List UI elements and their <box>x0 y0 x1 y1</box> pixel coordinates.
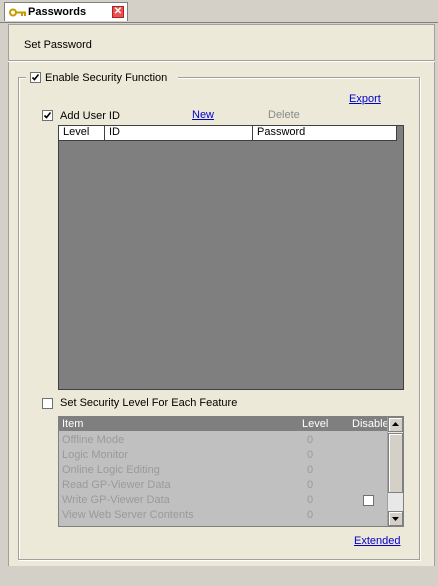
table-row[interactable]: Logic Monitor 0 <box>59 448 387 463</box>
arrow-down-icon <box>392 517 399 521</box>
column-header-level[interactable]: Level <box>302 418 328 430</box>
feature-item: Online Logic Editing <box>62 464 160 476</box>
table-row[interactable]: Write GP-Viewer Data 0 <box>59 493 387 508</box>
add-user-id-checkbox[interactable] <box>42 110 53 121</box>
enable-security-label: Enable Security Function <box>45 72 168 84</box>
key-icon <box>9 8 26 17</box>
page-title: Set Password <box>24 39 92 51</box>
arrow-up-icon <box>392 422 399 426</box>
feature-level: 0 <box>307 449 314 461</box>
tab-passwords[interactable]: Passwords ✕ <box>4 2 128 21</box>
close-icon[interactable]: ✕ <box>112 6 124 18</box>
disable-checkbox[interactable] <box>363 495 374 506</box>
feature-item: Offline Mode <box>62 434 125 446</box>
export-link[interactable]: Export <box>349 93 381 105</box>
feature-item: Read GP-Viewer Data <box>62 479 171 491</box>
checkmark-icon <box>31 74 40 81</box>
delete-user-link[interactable]: Delete <box>268 109 300 121</box>
tab-label: Passwords <box>28 6 87 18</box>
scroll-up-button[interactable] <box>388 417 403 432</box>
feature-item: Logic Monitor <box>62 449 129 461</box>
scroll-thumb[interactable] <box>388 433 403 493</box>
feature-level: 0 <box>307 479 314 491</box>
feature-item: View Web Server Contents <box>62 509 194 521</box>
scroll-down-button[interactable] <box>388 511 403 526</box>
new-user-link[interactable]: New <box>192 109 214 121</box>
table-row[interactable]: Online Logic Editing 0 <box>59 463 387 478</box>
enable-security-checkbox[interactable] <box>30 72 41 83</box>
document-tab-bar: Passwords ✕ <box>0 0 438 23</box>
column-header-item[interactable]: Item <box>62 418 83 430</box>
feature-item: Write GP-Viewer Data <box>62 494 170 506</box>
feature-level-table[interactable]: Item Level Disable Offline Mode 0 Logic … <box>58 416 404 527</box>
vertical-scrollbar[interactable] <box>387 417 403 526</box>
column-header-disable[interactable]: Disable <box>352 418 389 430</box>
feature-security-checkbox[interactable] <box>42 398 53 409</box>
feature-level: 0 <box>307 464 314 476</box>
table-header: Item Level Disable <box>59 417 389 431</box>
feature-security-label: Set Security Level For Each Feature <box>60 397 238 409</box>
divider <box>8 60 435 62</box>
table-row[interactable]: Offline Mode 0 <box>59 433 387 448</box>
table-row[interactable]: View Web Server Contents 0 <box>59 508 387 523</box>
column-header-password[interactable]: Password <box>253 126 397 140</box>
table-header: Level ID Password <box>59 126 397 141</box>
feature-level: 0 <box>307 434 314 446</box>
user-id-table[interactable]: Level ID Password <box>58 125 404 390</box>
checkmark-icon <box>43 112 52 119</box>
column-header-id[interactable]: ID <box>105 126 253 140</box>
feature-level: 0 <box>307 494 314 506</box>
add-user-id-label: Add User ID <box>60 110 120 122</box>
footer-bar <box>0 566 438 586</box>
table-row[interactable]: Read GP-Viewer Data 0 <box>59 478 387 493</box>
extended-link[interactable]: Extended <box>354 535 400 547</box>
column-header-level[interactable]: Level <box>59 126 105 140</box>
feature-level: 0 <box>307 509 314 521</box>
